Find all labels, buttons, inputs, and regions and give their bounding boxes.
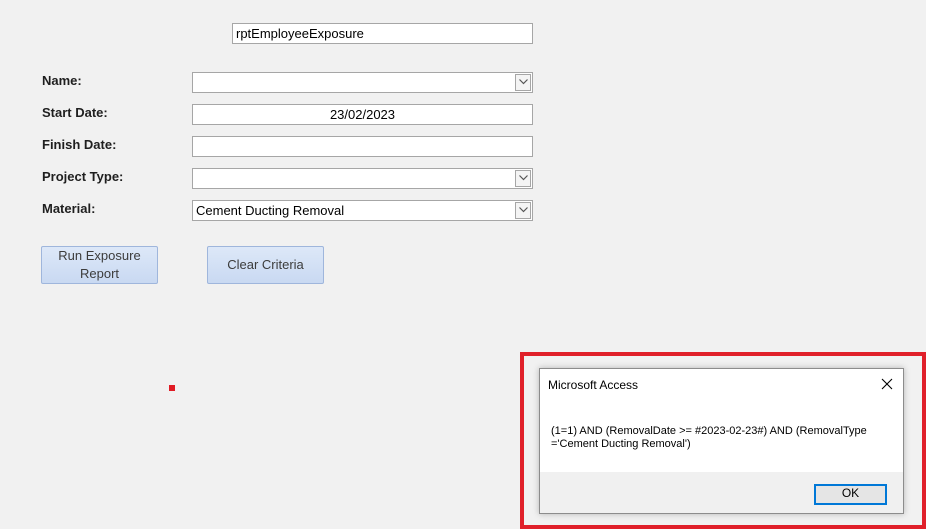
clear-criteria-button[interactable]: Clear Criteria [207,246,324,284]
finish-date-label: Finish Date: [42,137,117,152]
run-button-line1: Run Exposure [58,248,141,263]
material-combobox[interactable]: Cement Ducting Removal [192,200,533,221]
finish-date-field[interactable] [192,136,533,157]
start-date-label: Start Date: [42,105,108,120]
project-type-combobox[interactable] [192,168,533,189]
project-type-label: Project Type: [42,169,124,184]
dialog-title: Microsoft Access [548,378,639,392]
material-value: Cement Ducting Removal [196,203,345,218]
run-exposure-report-button[interactable]: Run Exposure Report [41,246,158,284]
material-label: Material: [42,201,96,216]
chevron-down-icon[interactable] [515,170,531,187]
chevron-down-icon[interactable] [515,202,531,219]
start-date-field[interactable]: 23/02/2023 [192,104,533,125]
name-label: Name: [42,73,82,88]
name-combobox[interactable] [192,72,533,93]
red-marker [169,385,175,391]
message-dialog: Microsoft Access (1=1) AND (RemovalDate … [539,368,904,514]
dialog-message: (1=1) AND (RemovalDate >= #2023-02-23#) … [551,425,896,451]
dialog-message-line2: ='Cement Ducting Removal') [551,438,691,450]
dialog-footer: OK [540,472,903,513]
report-name-field[interactable]: rptEmployeeExposure [232,23,533,44]
run-button-line2: Report [79,266,120,281]
chevron-down-icon[interactable] [515,74,531,91]
ok-button[interactable]: OK [814,484,887,505]
close-icon[interactable] [877,374,897,394]
dialog-message-line1: (1=1) AND (RemovalDate >= #2023-02-23#) … [551,425,867,437]
